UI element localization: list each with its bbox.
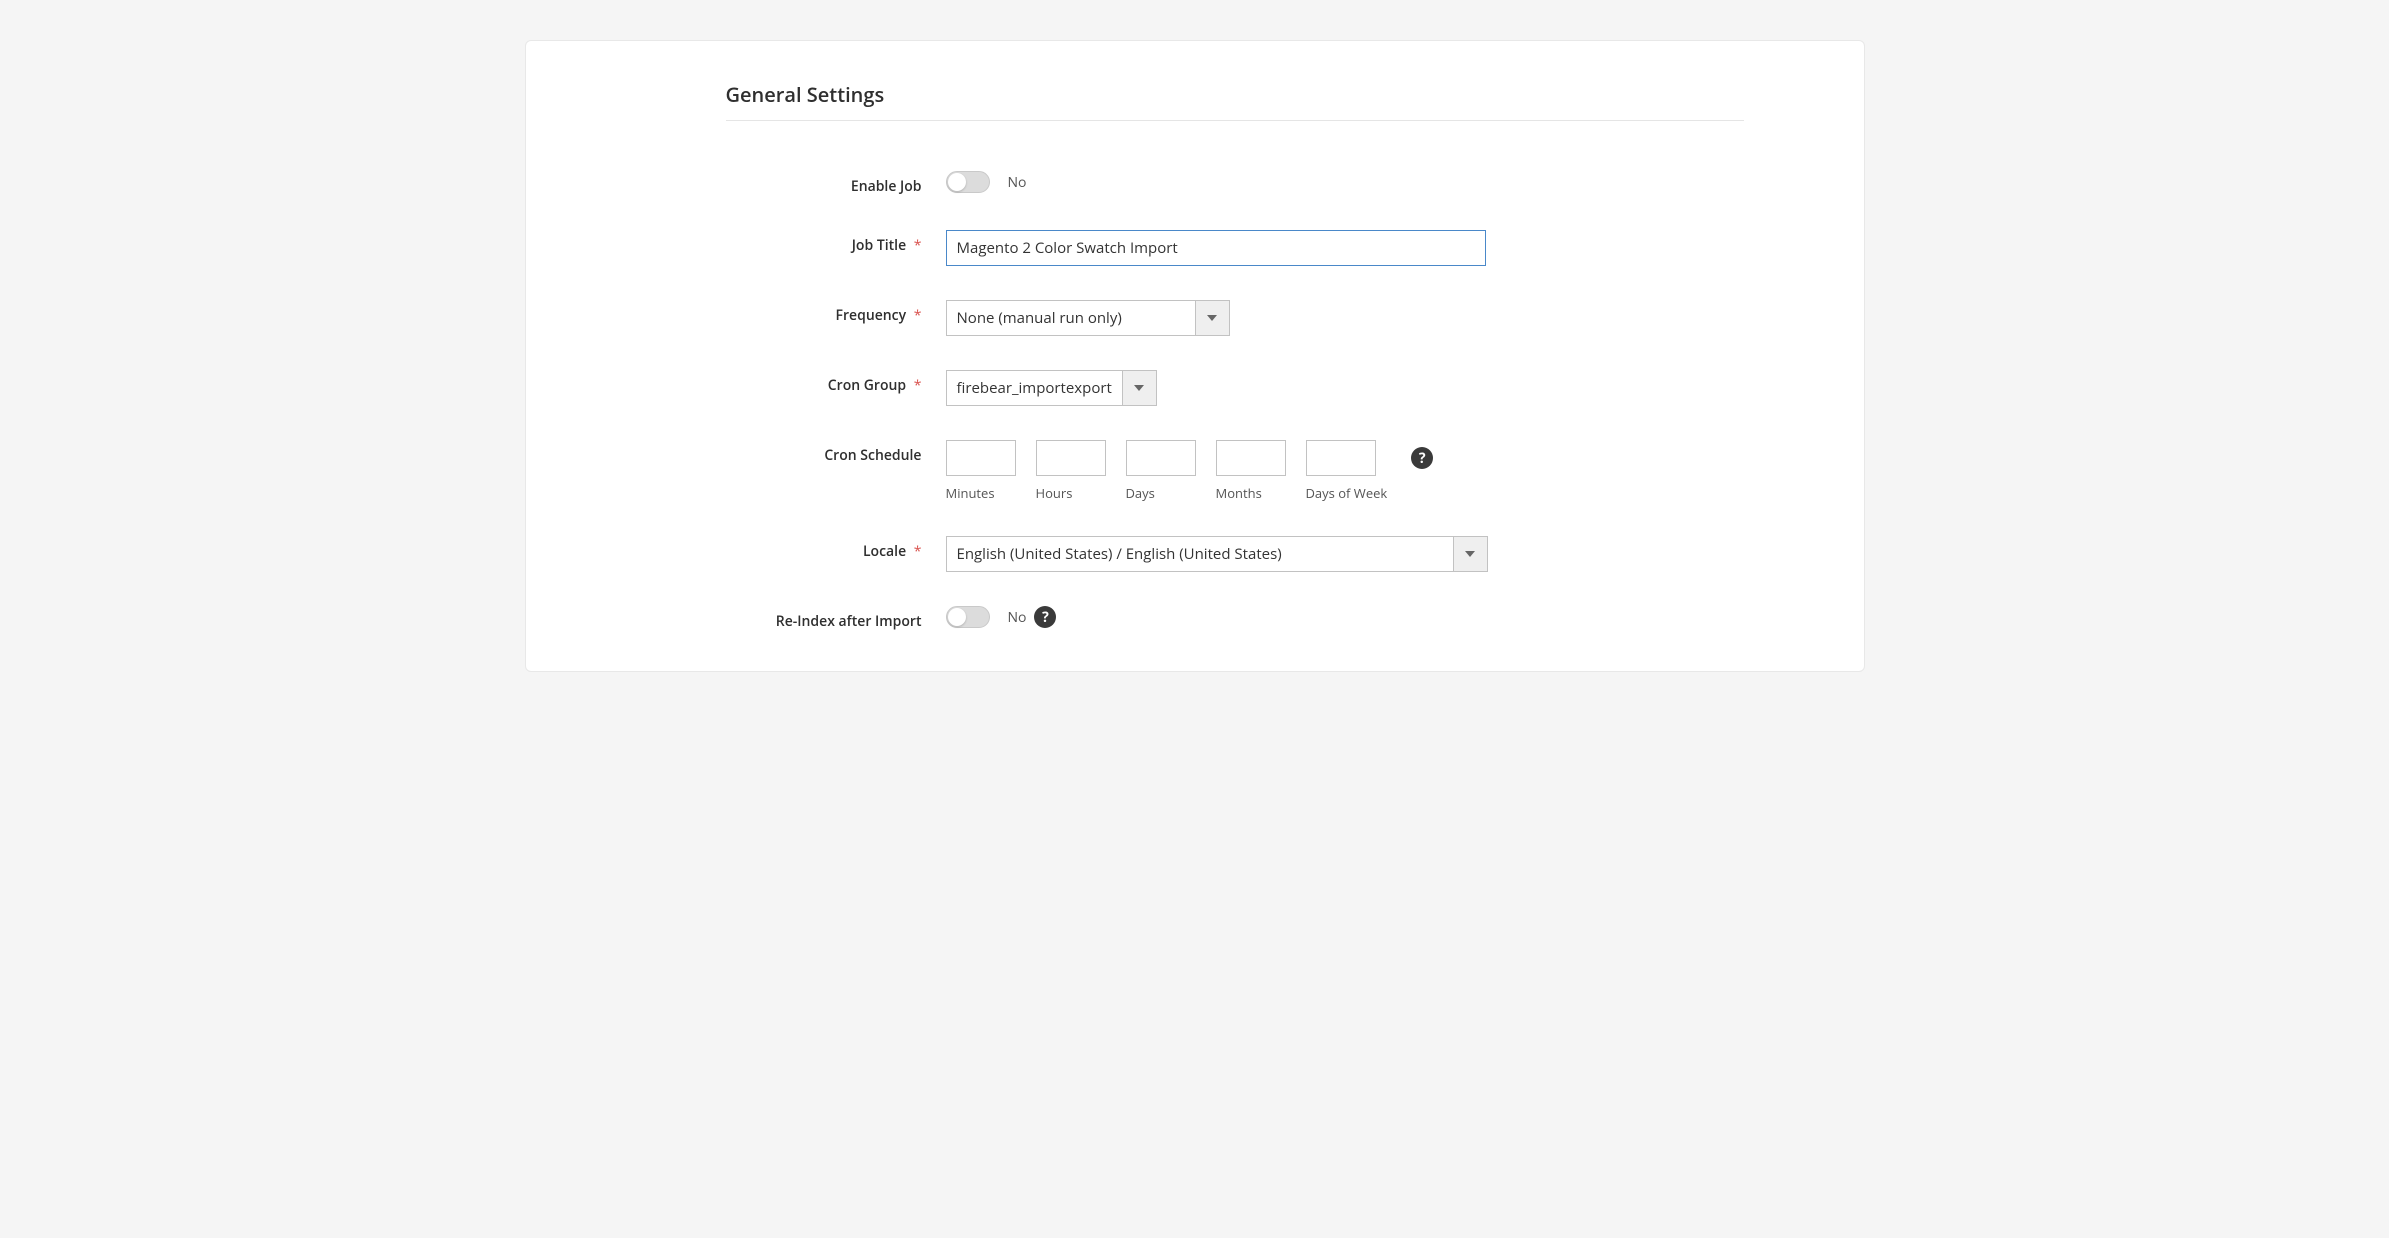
cron-schedule-group: Minutes Hours Days Months Days of Week [946,440,1434,502]
locale-value: English (United States) / English (Unite… [947,537,1453,571]
field-reindex: Re-Index after Import No ? [646,606,1744,631]
section-title: General Settings [726,81,1744,121]
toggle-knob [948,608,966,626]
chevron-down-icon [1195,301,1229,335]
label-cron-schedule: Cron Schedule [646,440,946,465]
help-icon[interactable]: ? [1411,447,1433,469]
label-cron-group: Cron Group * [646,370,946,395]
cron-days-input[interactable] [1126,440,1196,476]
frequency-select[interactable]: None (manual run only) [946,300,1230,336]
cron-days-of-week: Days of Week [1306,440,1388,502]
cron-days: Days [1126,440,1196,502]
cron-months: Months [1216,440,1286,502]
frequency-value: None (manual run only) [947,301,1195,335]
cron-group-select[interactable]: firebear_importexport [946,370,1157,406]
cron-months-label: Months [1216,484,1262,502]
cron-hours-input[interactable] [1036,440,1106,476]
help-icon[interactable]: ? [1034,606,1056,628]
chevron-down-icon [1453,537,1487,571]
field-cron-schedule: Cron Schedule Minutes Hours Days Months [646,440,1744,502]
cron-dow-label: Days of Week [1306,484,1388,502]
cron-hours-label: Hours [1036,484,1073,502]
cron-hours: Hours [1036,440,1106,502]
enable-job-toggle[interactable] [946,171,990,193]
required-asterisk: * [914,236,922,255]
toggle-knob [948,173,966,191]
field-job-title: Job Title * [646,230,1744,266]
locale-select[interactable]: English (United States) / English (Unite… [946,536,1488,572]
label-frequency: Frequency * [646,300,946,325]
label-locale: Locale * [646,536,946,561]
required-asterisk: * [914,306,922,325]
label-reindex: Re-Index after Import [646,606,946,631]
required-asterisk: * [914,376,922,395]
cron-minutes-label: Minutes [946,484,995,502]
general-settings-panel: General Settings Enable Job No Job Title… [525,40,1865,672]
chevron-down-icon [1122,371,1156,405]
label-enable-job: Enable Job [646,171,946,196]
cron-dow-input[interactable] [1306,440,1376,476]
reindex-value-text: No [1008,608,1027,627]
field-frequency: Frequency * None (manual run only) [646,300,1744,336]
field-cron-group: Cron Group * firebear_importexport [646,370,1744,406]
field-locale: Locale * English (United States) / Engli… [646,536,1744,572]
cron-minutes: Minutes [946,440,1016,502]
reindex-toggle[interactable] [946,606,990,628]
label-job-title: Job Title * [646,230,946,255]
field-enable-job: Enable Job No [646,171,1744,196]
enable-job-value-text: No [1008,173,1027,192]
cron-days-label: Days [1126,484,1155,502]
cron-minutes-input[interactable] [946,440,1016,476]
cron-months-input[interactable] [1216,440,1286,476]
job-title-input[interactable] [946,230,1486,266]
required-asterisk: * [914,542,922,561]
cron-group-value: firebear_importexport [947,371,1122,405]
